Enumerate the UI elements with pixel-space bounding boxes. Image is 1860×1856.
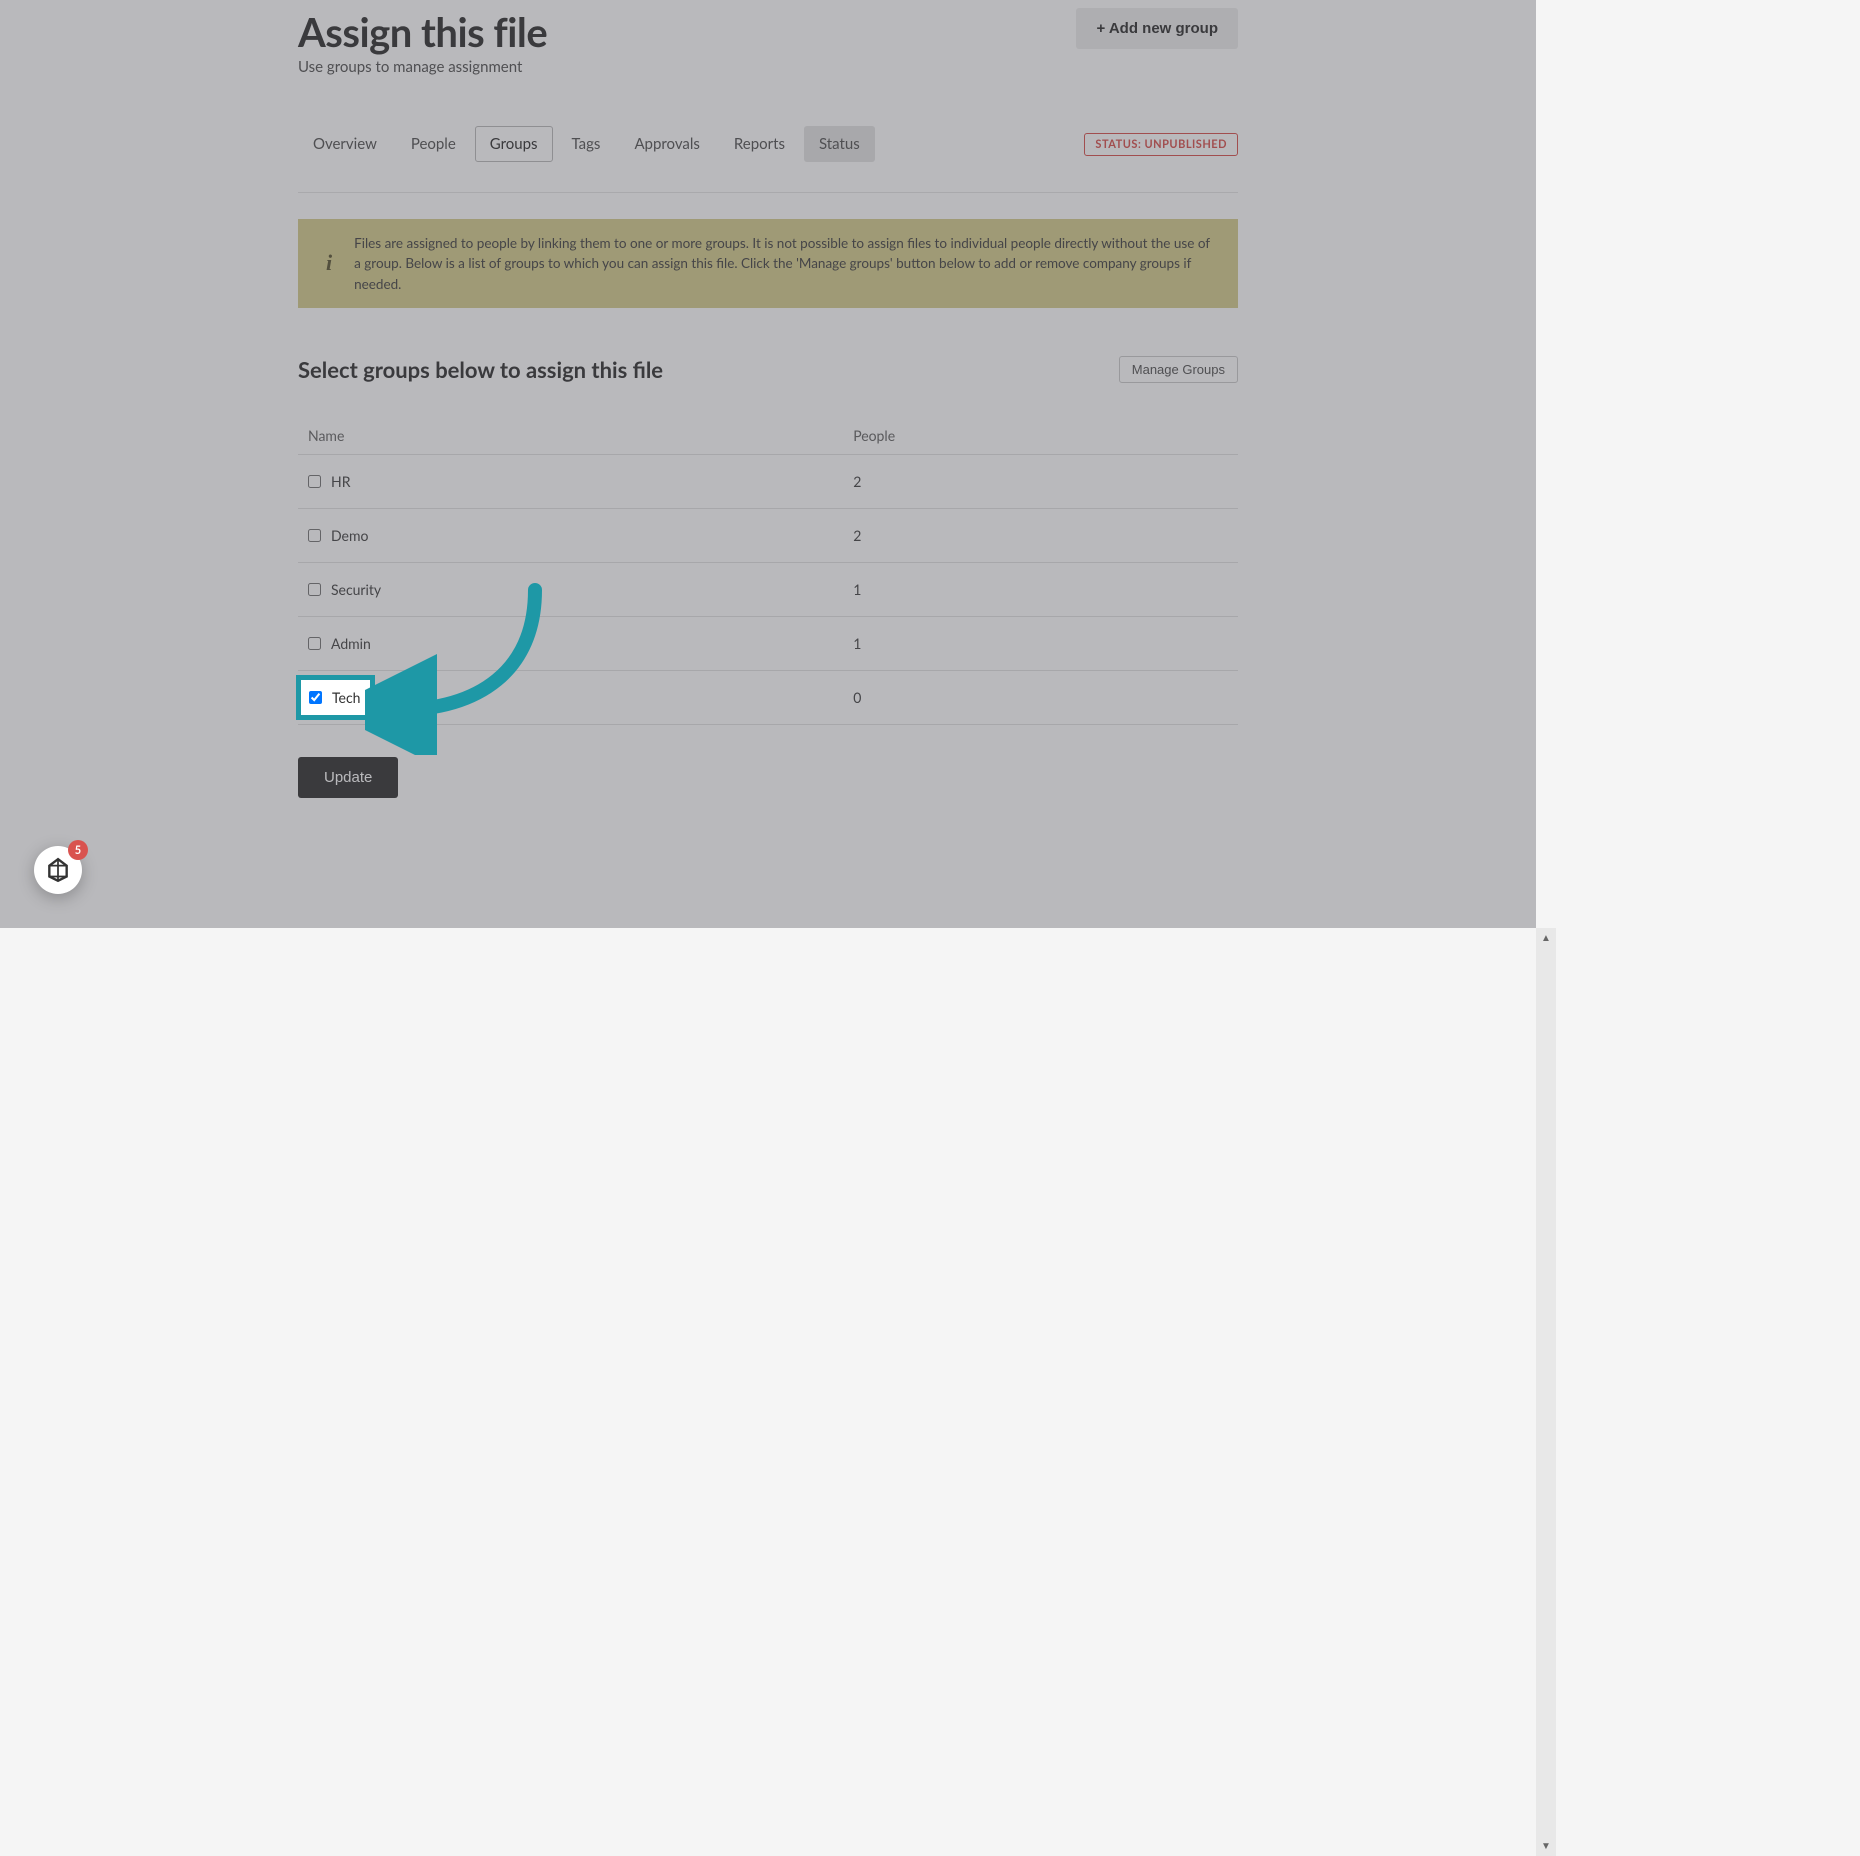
- update-button[interactable]: Update: [298, 757, 398, 798]
- group-name-cell: Tech: [298, 670, 843, 724]
- header-text-block: Assign this file Use groups to manage as…: [298, 8, 547, 76]
- tab-status[interactable]: Status: [804, 126, 875, 162]
- tab-reports[interactable]: Reports: [719, 126, 800, 162]
- table-header-people: People: [843, 417, 1238, 455]
- status-badge: STATUS: UNPUBLISHED: [1084, 133, 1238, 156]
- tab-approvals[interactable]: Approvals: [619, 126, 714, 162]
- table-row: Admin 1: [298, 616, 1238, 670]
- group-checkbox[interactable]: [308, 475, 321, 488]
- scroll-up-icon[interactable]: ▲: [1541, 932, 1551, 944]
- group-people-cell: 0: [843, 670, 1238, 724]
- tabs-row: OverviewPeopleGroupsTagsApprovalsReports…: [298, 126, 1238, 193]
- table-row: HR 2: [298, 454, 1238, 508]
- group-name-label: Tech: [331, 689, 359, 706]
- group-name-cell: Admin: [298, 616, 843, 670]
- group-name-label: Demo: [331, 527, 368, 544]
- tab-tags[interactable]: Tags: [557, 126, 616, 162]
- chat-widget-icon: [45, 857, 71, 883]
- group-people-cell: 1: [843, 616, 1238, 670]
- scroll-down-icon[interactable]: ▼: [1541, 1840, 1551, 1852]
- group-name-cell: HR: [298, 454, 843, 508]
- group-checkbox[interactable]: [308, 637, 321, 650]
- app-viewport: Assign this file Use groups to manage as…: [0, 0, 1536, 928]
- group-checkbox[interactable]: [308, 583, 321, 596]
- scrollbar-indicators: ▲ ▼: [1536, 928, 1556, 1856]
- group-checkbox[interactable]: [308, 691, 321, 704]
- header-row: Assign this file Use groups to manage as…: [298, 8, 1238, 76]
- add-new-group-button[interactable]: + Add new group: [1076, 8, 1238, 49]
- info-banner: i Files are assigned to people by linkin…: [298, 219, 1238, 308]
- page-subtitle: Use groups to manage assignment: [298, 58, 547, 76]
- page-title: Assign this file: [298, 8, 547, 56]
- group-name-label: Security: [331, 581, 381, 598]
- tab-overview[interactable]: Overview: [298, 126, 392, 162]
- info-icon: i: [318, 250, 336, 276]
- tab-groups[interactable]: Groups: [475, 126, 553, 162]
- group-name-cell: Security: [298, 562, 843, 616]
- group-checkbox[interactable]: [308, 529, 321, 542]
- chat-widget[interactable]: 5: [34, 846, 82, 894]
- manage-groups-button[interactable]: Manage Groups: [1119, 356, 1238, 383]
- group-people-cell: 2: [843, 508, 1238, 562]
- table-row: Tech 0: [298, 670, 1238, 724]
- group-name-label: Admin: [331, 635, 371, 652]
- table-row: Security 1: [298, 562, 1238, 616]
- groups-table: Name People HR 2 Demo 2 Security 1 Admin 1 Tech 0: [298, 417, 1238, 725]
- tabs: OverviewPeopleGroupsTagsApprovalsReports…: [298, 126, 879, 162]
- info-banner-text: Files are assigned to people by linking …: [354, 233, 1218, 294]
- table-row: Demo 2: [298, 508, 1238, 562]
- section-row: Select groups below to assign this file …: [298, 356, 1238, 383]
- group-name-cell: Demo: [298, 508, 843, 562]
- group-people-cell: 2: [843, 454, 1238, 508]
- tab-people[interactable]: People: [396, 126, 471, 162]
- group-name-label: HR: [331, 473, 350, 490]
- section-title: Select groups below to assign this file: [298, 356, 663, 383]
- chat-widget-badge: 5: [68, 840, 88, 860]
- content-wrap: Assign this file Use groups to manage as…: [298, 0, 1238, 838]
- table-header-name: Name: [298, 417, 843, 455]
- table-header-row: Name People: [298, 417, 1238, 455]
- group-people-cell: 1: [843, 562, 1238, 616]
